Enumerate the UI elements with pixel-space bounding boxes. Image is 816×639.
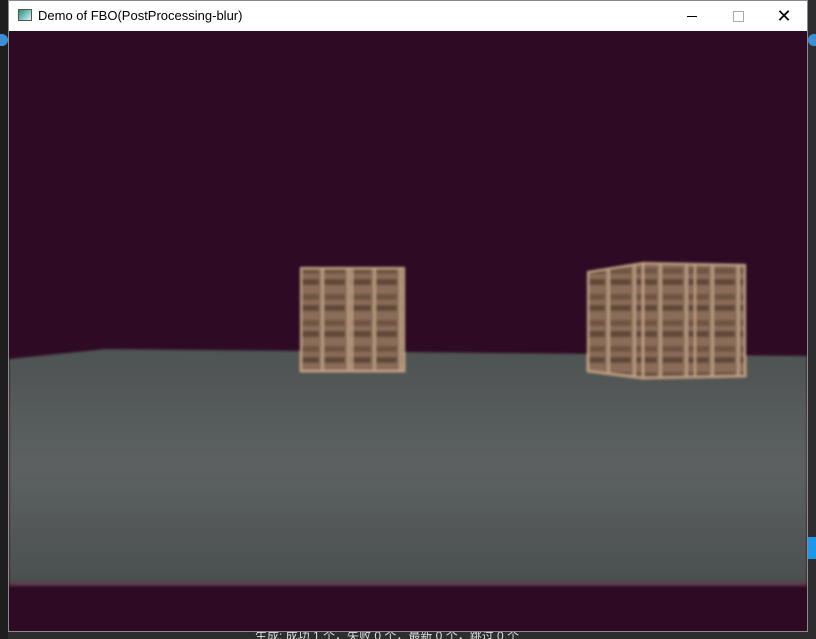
floor-edge	[9, 582, 807, 586]
window-title: Demo of FBO(PostProcessing-blur)	[38, 8, 243, 23]
crate-2-left	[587, 261, 644, 380]
minimize-icon	[687, 15, 697, 17]
close-icon: ✕	[776, 5, 792, 26]
background-ide	[0, 0, 8, 639]
app-window: Demo of FBO(PostProcessing-blur) ✕	[8, 0, 808, 632]
scene-render	[9, 261, 807, 586]
app-icon	[18, 9, 32, 21]
close-button[interactable]: ✕	[761, 1, 807, 31]
maximize-button[interactable]	[715, 1, 761, 31]
background-nav-icon-right	[808, 34, 816, 46]
minimize-button[interactable]	[669, 1, 715, 31]
floor	[9, 349, 807, 584]
background-scrollbar	[808, 537, 816, 559]
maximize-icon	[732, 10, 744, 22]
render-viewport[interactable]	[9, 31, 807, 631]
title-bar[interactable]: Demo of FBO(PostProcessing-blur) ✕	[9, 1, 807, 31]
